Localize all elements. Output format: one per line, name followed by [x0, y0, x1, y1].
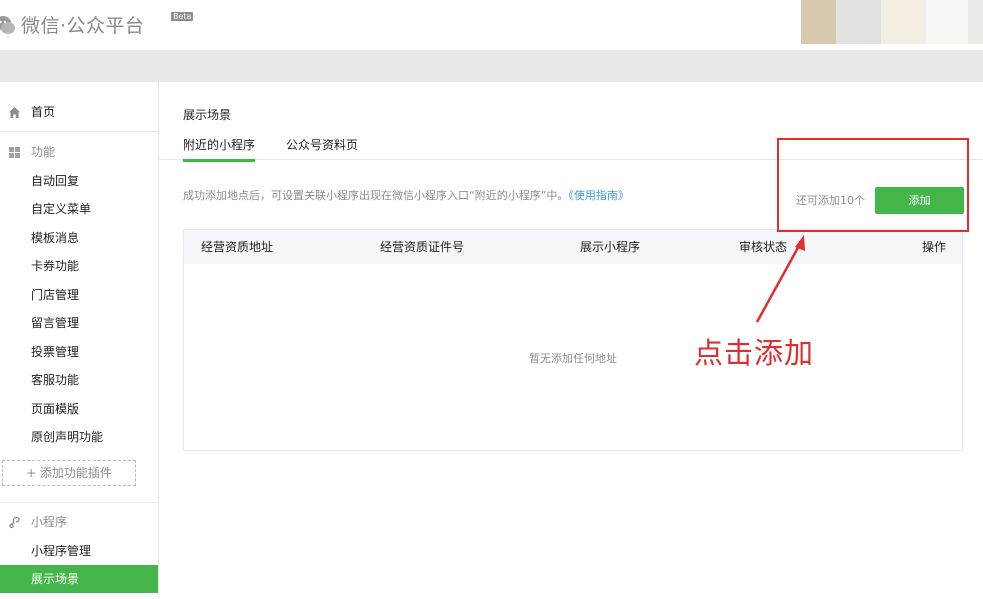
sidebar-item-page-template[interactable]: 页面模版	[0, 395, 158, 423]
top-bar	[0, 50, 983, 82]
annotation-text: 点击添加	[694, 336, 815, 370]
sidebar-item-template-message[interactable]: 模板消息	[0, 224, 158, 252]
divider	[0, 131, 158, 132]
sidebar-item-label: 展示场景	[31, 572, 80, 586]
sidebar-item-label: 留言管理	[31, 316, 80, 330]
sidebar-item-label: 卡券功能	[31, 259, 80, 273]
home-icon	[9, 107, 20, 118]
tab-nearby-miniprogram[interactable]: 附近的小程序	[183, 131, 256, 162]
guide-link[interactable]: 《使用指南》	[568, 189, 629, 202]
app-title: 微信·公众平台	[21, 15, 145, 37]
wechat-logo[interactable]: 微信·公众平台	[0, 11, 145, 38]
annotation-highlight-box	[777, 138, 969, 232]
sidebar-item-custom-menu[interactable]: 自定义菜单	[0, 195, 158, 223]
tab-account-profile[interactable]: 公众号资料页	[286, 131, 358, 159]
avatar-color-block	[801, 0, 836, 44]
header: 微信·公众平台 Beta	[0, 0, 983, 50]
sidebar-item-display-scene[interactable]: 展示场景	[0, 565, 158, 593]
sidebar-category-label: 小程序	[31, 515, 68, 529]
sidebar-item-comments[interactable]: 留言管理	[0, 309, 158, 337]
avatar-color-block	[881, 0, 926, 44]
avatar-color-block	[926, 0, 968, 44]
column-header: 操作	[922, 240, 947, 254]
sidebar-item-stores[interactable]: 门店管理	[0, 281, 158, 309]
beta-badge: Beta	[171, 12, 194, 21]
sidebar-item-label: 自定义菜单	[31, 202, 92, 216]
sidebar-item-label: 模板消息	[31, 231, 80, 245]
divider	[0, 502, 158, 503]
grid-icon	[9, 147, 20, 158]
sidebar-item-label: 首页	[31, 105, 56, 119]
sidebar-category-label: 功能	[31, 145, 56, 159]
add-plugin-button[interactable]: + 添加功能插件	[2, 460, 136, 486]
column-header: 审核状态	[739, 240, 788, 254]
sidebar-item-miniprogram-manage[interactable]: 小程序管理	[0, 537, 158, 565]
sidebar-item-label: 页面模版	[31, 402, 80, 416]
table-header: 经营资质地址 经营资质证件号 展示小程序 审核状态 操作	[184, 230, 962, 264]
column-header: 展示小程序	[580, 240, 641, 254]
sidebar-item-label: 小程序管理	[31, 544, 92, 558]
empty-state-text: 暂无添加任何地址	[529, 352, 617, 365]
tip-message: 成功添加地点后，可设置关联小程序出现在微信小程序入口“附近的小程序”中。	[183, 189, 569, 202]
sidebar-item-label: 投票管理	[31, 345, 80, 359]
account-avatar[interactable]	[801, 0, 983, 44]
sidebar-item-auto-reply[interactable]: 自动回复	[0, 167, 158, 195]
sidebar-item-customer-service[interactable]: 客服功能	[0, 366, 158, 394]
address-table: 经营资质地址 经营资质证件号 展示小程序 审核状态 操作 暂无添加任何地址	[183, 229, 963, 451]
wechat-icon	[0, 15, 15, 34]
avatar-color-block	[968, 0, 983, 44]
page-title: 展示场景	[183, 108, 232, 122]
sidebar-item-home[interactable]: 首页	[0, 98, 158, 126]
column-header: 经营资质地址	[201, 240, 274, 254]
sidebar: 首页 功能 自动回复 自定义菜单 模板消息 卡券功能 门店管理 留言管理 投票管…	[0, 82, 159, 599]
sidebar-category-miniprogram: 小程序	[0, 508, 158, 536]
sidebar-item-voting[interactable]: 投票管理	[0, 338, 158, 366]
sidebar-item-label: 原创声明功能	[31, 430, 104, 444]
avatar-color-block	[836, 0, 881, 44]
sidebar-item-original-declaration[interactable]: 原创声明功能	[0, 423, 158, 451]
sidebar-item-label: 自动回复	[31, 174, 80, 188]
tip-text: 成功添加地点后，可设置关联小程序出现在微信小程序入口“附近的小程序”中。《使用指…	[183, 187, 629, 203]
miniprogram-icon	[9, 516, 20, 529]
sidebar-category-functions: 功能	[0, 138, 158, 166]
sidebar-item-label: 客服功能	[31, 373, 80, 387]
sidebar-item-label: 门店管理	[31, 288, 80, 302]
column-header: 经营资质证件号	[380, 240, 465, 254]
sidebar-item-cards[interactable]: 卡券功能	[0, 252, 158, 280]
